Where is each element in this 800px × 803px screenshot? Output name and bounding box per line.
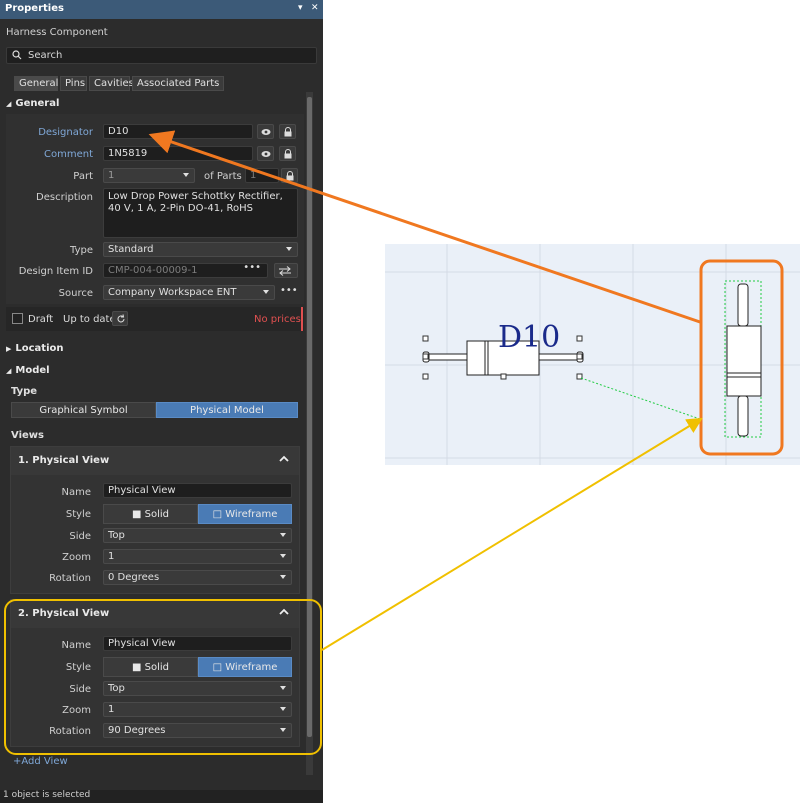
highlight-box-yellow [4,599,322,755]
designator-visibility-button[interactable] [257,124,274,139]
source-label: Source [58,288,93,299]
draft-checkbox[interactable] [12,313,23,324]
views-label: Views [11,430,44,441]
refresh-icon [117,314,125,323]
source-more-icon[interactable]: ••• [280,285,298,296]
part-label: Part [73,171,93,182]
more-icon[interactable]: ••• [243,264,261,273]
view1-name-field[interactable]: Physical View [103,483,292,498]
view1-side-select[interactable]: Top [103,528,292,543]
chevron-up-icon[interactable] [279,455,289,462]
add-view-link[interactable]: +Add View [13,756,68,767]
collapse-triangle-icon: ◢ [6,100,12,108]
panel-title: Properties [5,3,64,14]
view1-side-label: Side [69,531,91,542]
of-parts-field: 1 [245,168,279,183]
section-general-header[interactable]: ◢ General [6,98,59,109]
description-field[interactable]: Low Drop Power Schottky Rectifier, 40 V,… [103,188,298,238]
chevron-down-icon [280,554,286,558]
lock-icon [286,171,294,181]
designator-lock-button[interactable] [279,124,296,139]
swap-button[interactable] [274,263,298,278]
schematic-canvas[interactable]: D10 [385,244,800,465]
eye-icon [261,151,271,157]
search-icon [12,50,22,60]
type-label: Type [70,245,93,256]
tab-pins[interactable]: Pins [60,76,87,91]
eye-icon [261,129,271,135]
description-label: Description [36,192,93,203]
view1-name-label: Name [61,487,91,498]
view1-solid-toggle[interactable]: ■ Solid [103,504,198,524]
type-select[interactable]: Standard [103,242,298,257]
part-select[interactable]: 1 [103,168,195,183]
design-item-id-label: Design Item ID [18,266,93,277]
section-location-header[interactable]: ▶ Location [6,343,64,354]
panel-menu-icon[interactable]: ▾ [298,3,303,13]
comment-lock-button[interactable] [279,146,296,161]
tab-cavities[interactable]: Cavities [89,76,134,91]
close-icon[interactable]: ✕ [311,3,319,13]
comment-label: Comment [44,149,93,160]
draft-label: Draft [28,314,54,325]
object-type-label: Harness Component [6,27,108,38]
model-type-label: Type [11,386,38,397]
design-item-id-field[interactable]: CMP-004-00009-1 ••• [103,263,268,278]
comment-field[interactable]: 1N5819 [103,146,253,161]
designator-field[interactable]: D10 [103,124,253,139]
source-select[interactable]: Company Workspace ENT [103,285,275,300]
chevron-down-icon [263,290,269,294]
refresh-button[interactable] [112,311,128,326]
swap-arrows-icon [279,266,291,276]
warning-stripe [301,307,303,331]
comment-visibility-button[interactable] [257,146,274,161]
uptodate-label: Up to date [63,314,116,325]
view-card-header[interactable]: 1. Physical View [11,447,299,475]
chevron-down-icon [280,533,286,537]
designator-label: Designator [38,127,93,138]
lock-icon [284,149,292,159]
canvas-drawing: D10 [385,244,800,465]
view1-wireframe-toggle[interactable]: □ Wireframe [198,504,292,524]
graphical-symbol-toggle[interactable]: Graphical Symbol [11,402,156,418]
collapse-triangle-icon: ◢ [6,367,12,375]
properties-panel: Properties ▾ ✕ Harness Component Search … [0,0,323,803]
chevron-down-icon [280,575,286,579]
cube-solid-icon: ■ [131,509,142,520]
view1-style-label: Style [65,509,91,520]
cube-wireframe-icon: □ [212,509,223,520]
lock-icon [284,127,292,137]
part-lock-button[interactable] [281,168,298,183]
designator-text: D10 [498,320,560,355]
search-input[interactable]: Search [6,47,317,64]
section-model-header[interactable]: ◢ Model [6,365,50,376]
chevron-down-icon [286,247,292,251]
panel-titlebar: Properties ▾ ✕ [0,0,323,19]
tab-general[interactable]: General [14,76,58,91]
tab-associated-parts[interactable]: Associated Parts [132,76,224,91]
view1-rotation-select[interactable]: 0 Degrees [103,570,292,585]
physical-model-toggle[interactable]: Physical Model [156,402,298,418]
chevron-down-icon [183,173,189,177]
of-parts-label: of Parts [204,171,242,182]
status-bar: 1 object is selected [0,790,323,803]
view1-zoom-select[interactable]: 1 [103,549,292,564]
view1-zoom-label: Zoom [62,552,91,563]
view1-rotation-label: Rotation [49,573,91,584]
expand-triangle-icon: ▶ [6,345,12,353]
no-prices-label: No prices [254,314,301,325]
physical-model-drawing [724,280,762,438]
